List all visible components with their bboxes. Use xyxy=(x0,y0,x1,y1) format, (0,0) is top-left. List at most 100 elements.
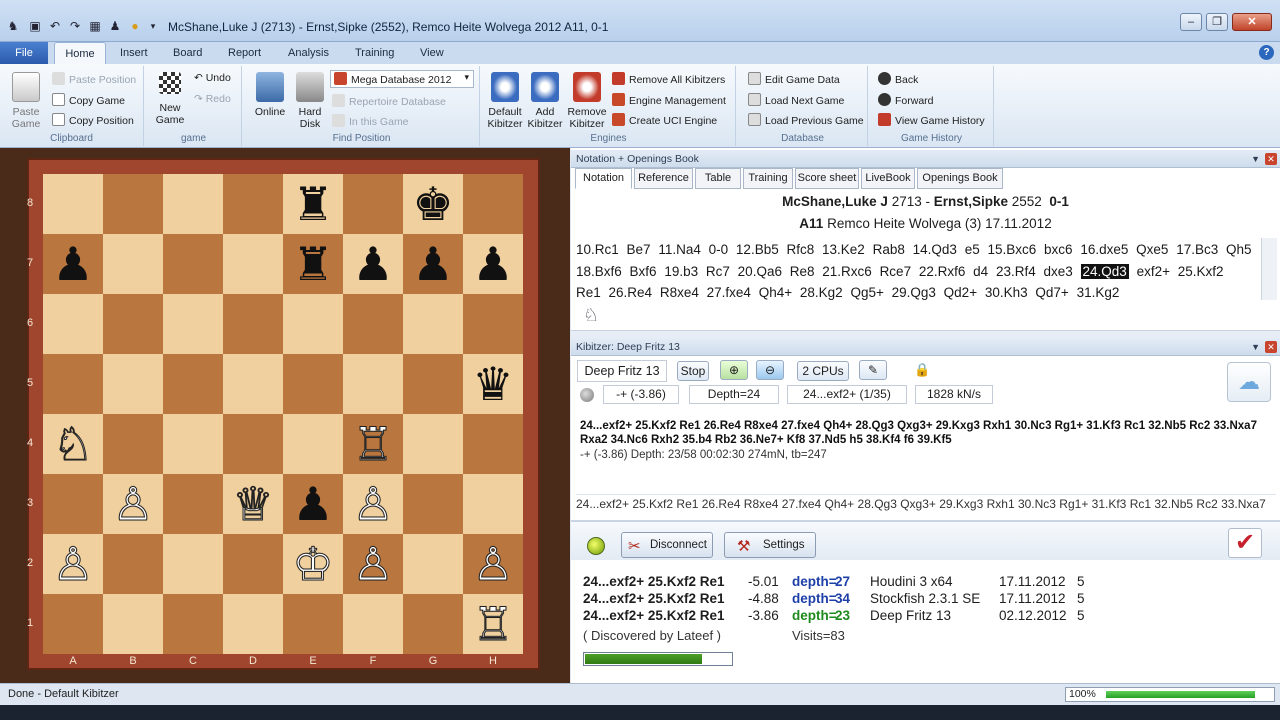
tab-training[interactable]: Training xyxy=(743,168,793,189)
tab-home[interactable]: Home xyxy=(54,42,106,64)
remove-all-kibitzers-button[interactable]: Remove All Kibitzers xyxy=(612,72,725,86)
move[interactable]: Qh4+ xyxy=(759,285,792,300)
move[interactable]: Rce7 xyxy=(880,264,912,279)
piece-f2[interactable]: ♙ xyxy=(343,534,403,594)
settings-button[interactable]: ⚒ Settings xyxy=(724,532,816,558)
square-a3[interactable] xyxy=(43,474,103,534)
close-icon[interactable]: ✕ xyxy=(1265,341,1277,353)
piece-a2[interactable]: ♙ xyxy=(43,534,103,594)
add-kibitzer-button[interactable]: Add Kibitzer xyxy=(524,72,566,130)
zoom-bar[interactable]: 100% xyxy=(1065,687,1275,702)
piece-d3[interactable]: ♕ xyxy=(223,474,283,534)
move[interactable]: Rfc8 xyxy=(786,242,814,257)
square-c2[interactable] xyxy=(163,534,223,594)
move[interactable]: Qg5+ xyxy=(850,285,883,300)
square-f6[interactable] xyxy=(343,294,403,354)
load-next-game-button[interactable]: Load Next Game xyxy=(748,93,844,107)
square-g5[interactable] xyxy=(403,354,463,414)
move[interactable]: Qxe5 xyxy=(1136,242,1168,257)
square-h6[interactable] xyxy=(463,294,523,354)
move[interactable]: 12.Bb5 xyxy=(736,242,779,257)
square-c1[interactable] xyxy=(163,594,223,654)
chevron-down-icon[interactable]: ▼ xyxy=(1251,338,1260,356)
piece-e8[interactable]: ♜ xyxy=(283,174,343,234)
square-d4[interactable] xyxy=(223,414,283,474)
piece-e7[interactable]: ♜ xyxy=(283,234,343,294)
square-d5[interactable] xyxy=(223,354,283,414)
save-icon[interactable]: ▣ xyxy=(28,19,42,33)
square-c5[interactable] xyxy=(163,354,223,414)
square-c3[interactable] xyxy=(163,474,223,534)
square-g2[interactable] xyxy=(403,534,463,594)
cpus-button[interactable]: 2 CPUs xyxy=(797,361,849,381)
square-g1[interactable] xyxy=(403,594,463,654)
remove-kibitzer-button[interactable]: Remove Kibitzer xyxy=(566,72,608,130)
minimize-button[interactable]: – xyxy=(1180,13,1202,31)
piece-g7[interactable]: ♟ xyxy=(403,234,463,294)
square-b4[interactable] xyxy=(103,414,163,474)
square-f5[interactable] xyxy=(343,354,403,414)
redo-button[interactable]: ↷ Redo xyxy=(194,93,231,105)
move[interactable]: Rab8 xyxy=(873,242,905,257)
tab-file[interactable]: File xyxy=(0,42,48,64)
move[interactable]: 21.Rxc6 xyxy=(822,264,872,279)
redo-icon[interactable]: ↷ xyxy=(68,19,82,33)
board-icon[interactable]: ▦ xyxy=(88,19,102,33)
close-button[interactable]: ✕ xyxy=(1232,13,1272,31)
move[interactable]: 30.Kh3 xyxy=(985,285,1028,300)
move[interactable]: 0-0 xyxy=(709,242,729,257)
square-h3[interactable] xyxy=(463,474,523,534)
square-c6[interactable] xyxy=(163,294,223,354)
piece-a7[interactable]: ♟ xyxy=(43,234,103,294)
move[interactable]: 24.Qd3 xyxy=(1080,263,1129,279)
zoom-out-icon[interactable]: ⊖ xyxy=(756,360,784,380)
lock-icon[interactable]: 🔒 xyxy=(914,362,930,378)
scrollbar[interactable] xyxy=(1261,238,1277,300)
square-b2[interactable] xyxy=(103,534,163,594)
maximize-button[interactable]: ❐ xyxy=(1206,13,1228,31)
move[interactable]: Qh5 xyxy=(1226,242,1252,257)
piece-f4[interactable]: ♖ xyxy=(343,414,403,474)
move[interactable]: 29.Qg3 xyxy=(892,285,936,300)
move[interactable]: dxe3 xyxy=(1043,264,1072,279)
tab-reference[interactable]: Reference xyxy=(634,168,693,189)
square-d8[interactable] xyxy=(223,174,283,234)
engine-management-button[interactable]: Engine Management xyxy=(612,93,726,107)
move[interactable]: Re8 xyxy=(790,264,815,279)
piece-b3[interactable]: ♙ xyxy=(103,474,163,534)
square-d6[interactable] xyxy=(223,294,283,354)
square-e6[interactable] xyxy=(283,294,343,354)
default-kibitzer-button[interactable]: Default Kibitzer xyxy=(484,72,526,130)
square-a8[interactable] xyxy=(43,174,103,234)
move[interactable]: d4 xyxy=(973,264,988,279)
square-a5[interactable] xyxy=(43,354,103,414)
piece-h1[interactable]: ♖ xyxy=(463,594,523,654)
square-a6[interactable] xyxy=(43,294,103,354)
square-h4[interactable] xyxy=(463,414,523,474)
square-e4[interactable] xyxy=(283,414,343,474)
chevron-down-icon[interactable]: ▼ xyxy=(1251,150,1260,168)
square-c4[interactable] xyxy=(163,414,223,474)
load-previous-game-button[interactable]: Load Previous Game xyxy=(748,113,864,127)
square-c8[interactable] xyxy=(163,174,223,234)
move[interactable]: 14.Qd3 xyxy=(913,242,957,257)
disconnect-button[interactable]: ✂ Disconnect xyxy=(621,532,713,558)
move[interactable]: 26.Re4 xyxy=(609,285,653,300)
move[interactable]: exf2+ xyxy=(1137,264,1170,279)
move[interactable]: Re1 xyxy=(576,285,601,300)
square-e5[interactable] xyxy=(283,354,343,414)
edit-game-data-button[interactable]: Edit Game Data xyxy=(748,72,840,86)
splitter[interactable] xyxy=(571,330,1280,338)
move[interactable]: Rc7 xyxy=(706,264,730,279)
move[interactable]: 18.Bxf6 xyxy=(576,264,622,279)
tab-openings-book[interactable]: Openings Book xyxy=(917,168,1003,189)
stop-button[interactable]: Stop xyxy=(677,361,709,381)
move[interactable]: 13.Ke2 xyxy=(822,242,865,257)
piece-h5[interactable]: ♛ xyxy=(463,354,523,414)
piece-a4[interactable]: ♘ xyxy=(43,414,103,474)
move[interactable]: 27.fxe4 xyxy=(707,285,751,300)
move-list[interactable]: 10.Rc1 Be7 11.Na4 0-0 12.Bb5 Rfc8 13.Ke2… xyxy=(576,239,1258,304)
move[interactable]: Bxf6 xyxy=(630,264,657,279)
move[interactable]: 22.Rxf6 xyxy=(919,264,966,279)
move[interactable]: R8xe4 xyxy=(660,285,699,300)
